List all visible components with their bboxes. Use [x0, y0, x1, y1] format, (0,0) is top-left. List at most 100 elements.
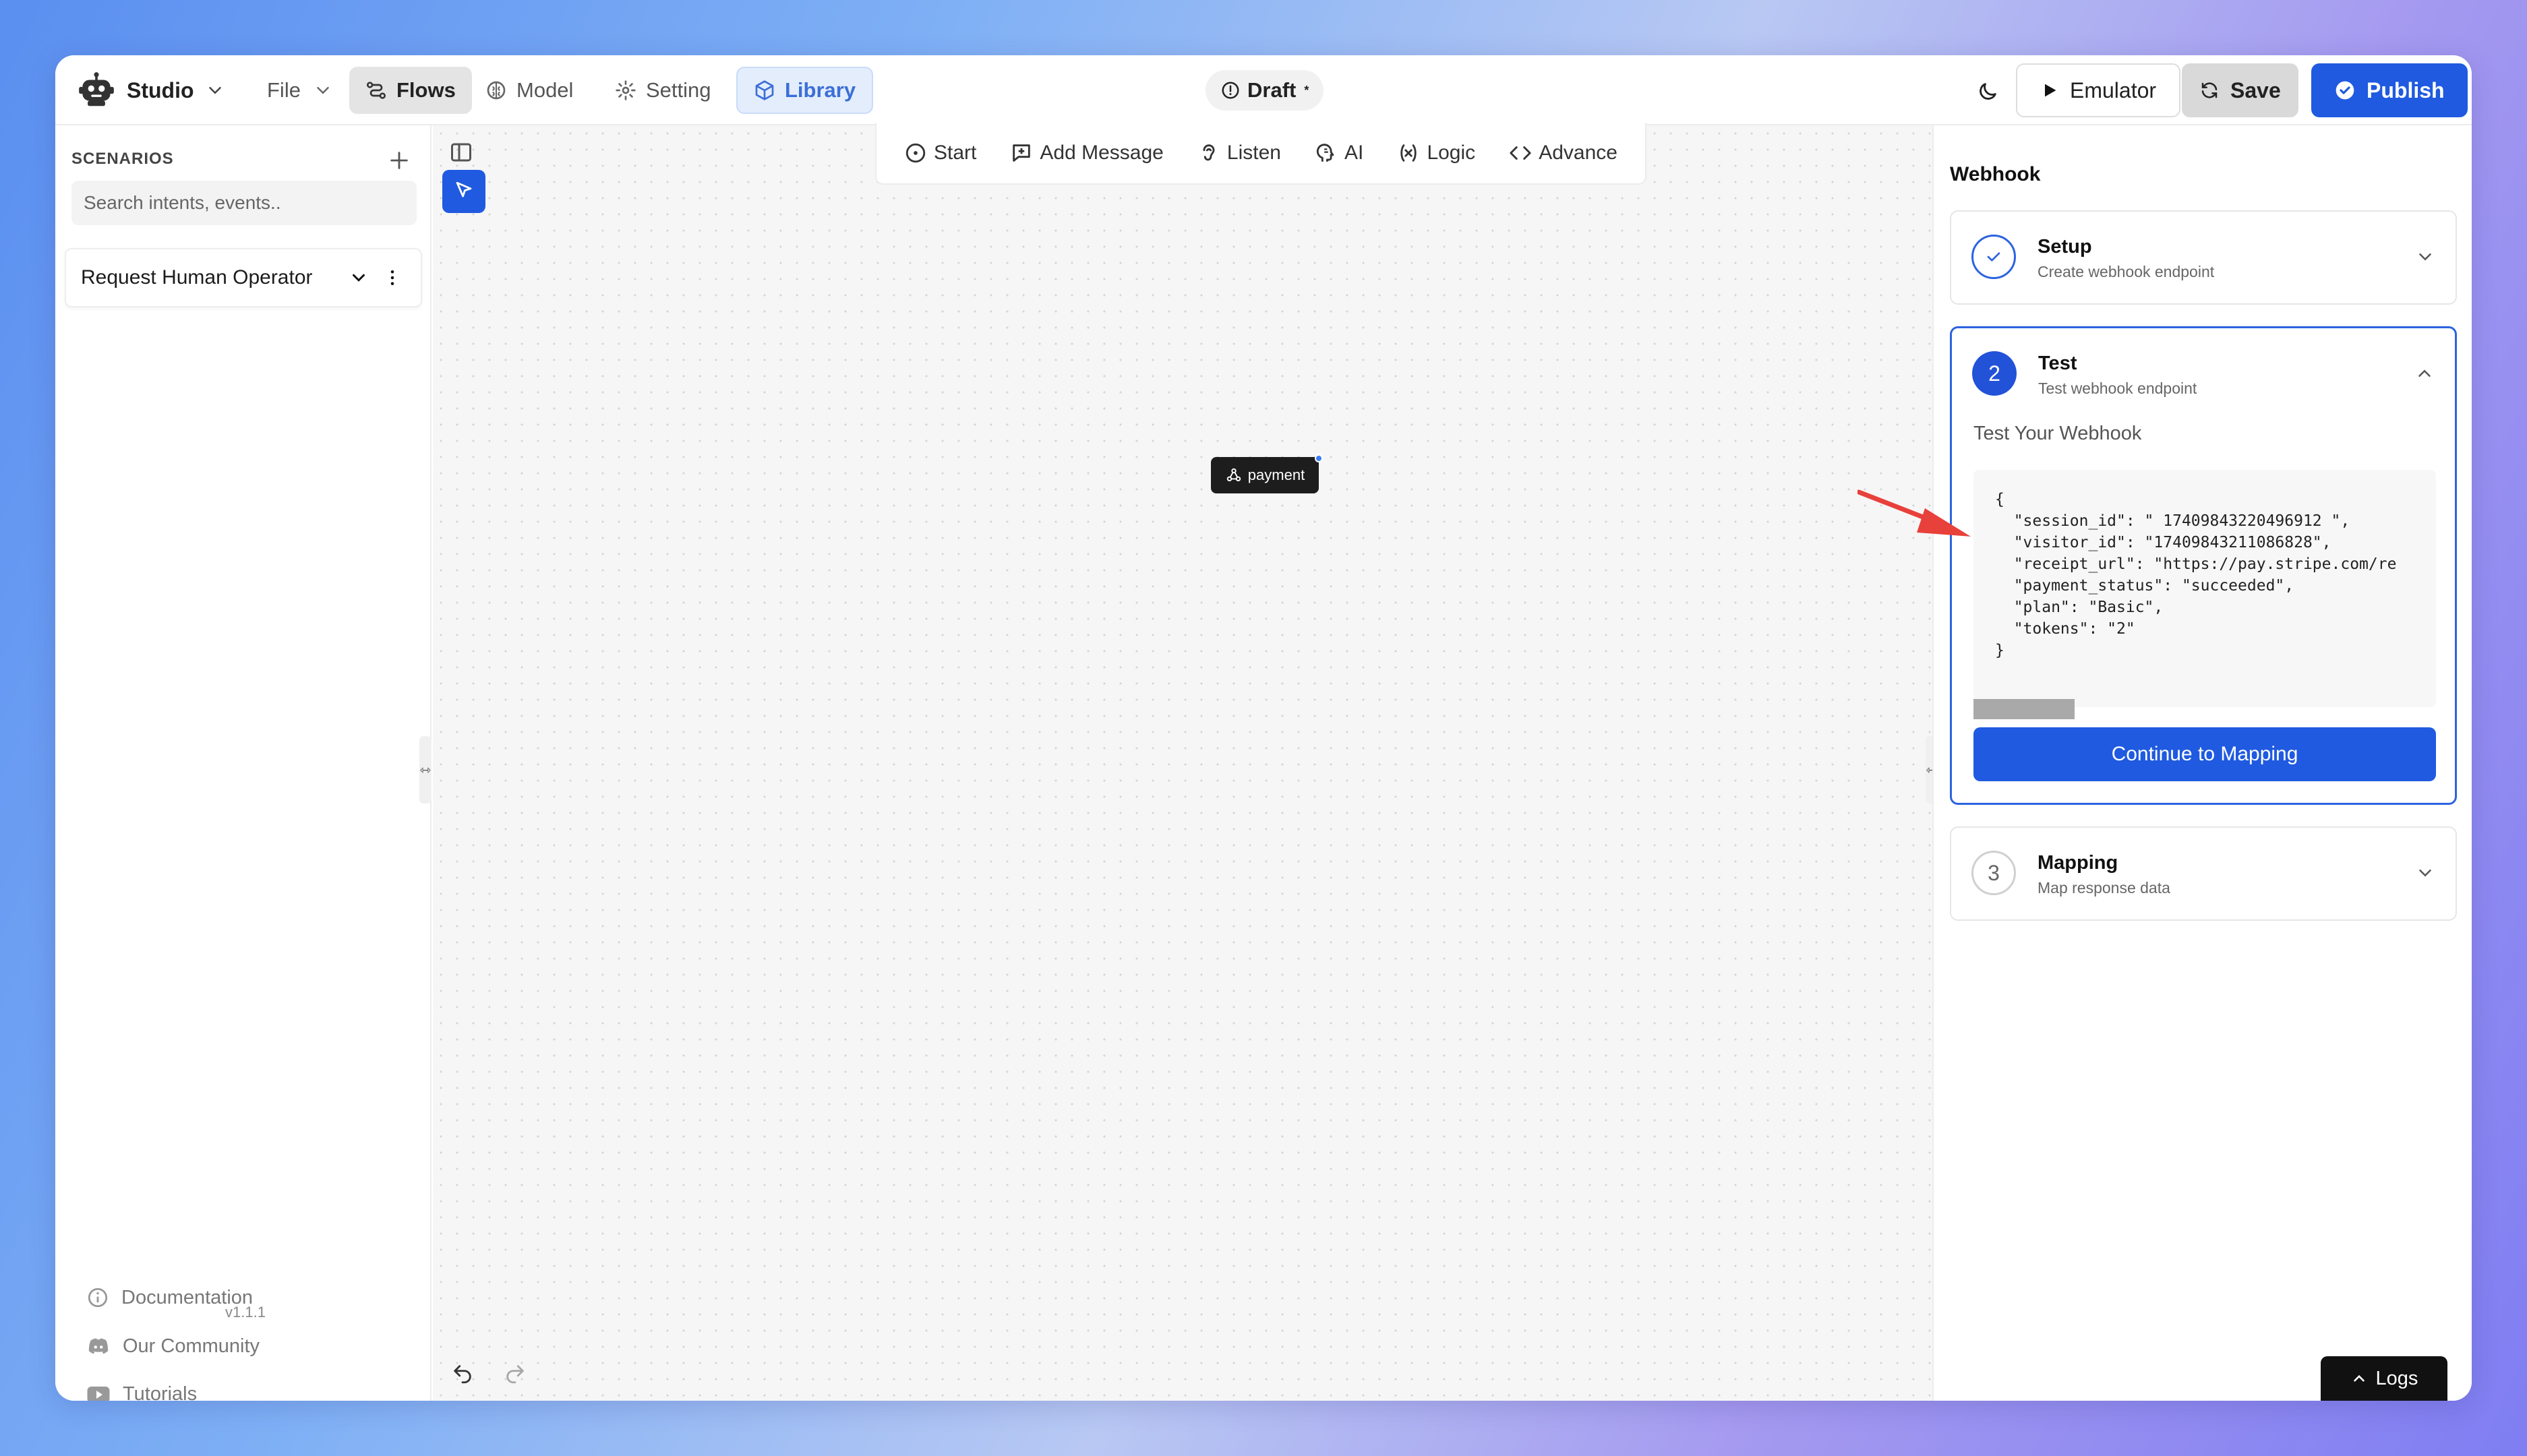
redo-button[interactable] [500, 1359, 530, 1389]
webhook-icon [1226, 468, 1241, 482]
draft-status-badge[interactable]: Draft * [1206, 70, 1324, 111]
tab-flows[interactable]: Flows [349, 67, 472, 114]
play-icon [2045, 84, 2056, 97]
step-setup[interactable]: Setup Create webhook endpoint [1950, 210, 2457, 305]
panel-title: Webhook [1950, 163, 2041, 185]
start-tool[interactable]: Start [904, 142, 976, 164]
flows-icon [367, 82, 386, 99]
ai-tool[interactable]: AI [1315, 142, 1363, 164]
node-connector-handle[interactable] [1315, 454, 1323, 462]
cube-icon [755, 80, 774, 100]
emulator-label: Emulator [2070, 78, 2157, 102]
start-circle-icon [905, 143, 926, 163]
scenarios-sidebar: SCENARIOS Request Human Operator Documen… [55, 125, 432, 1401]
tab-setting-label: Setting [646, 78, 711, 102]
tab-setting[interactable]: Setting [599, 67, 727, 114]
check-circle-icon [2336, 81, 2354, 100]
tutorials-link[interactable]: Tutorials [86, 1383, 197, 1401]
publish-button[interactable]: Publish [2311, 63, 2468, 117]
version-label: v1.1.1 [225, 1304, 266, 1321]
tab-model-label: Model [516, 78, 574, 102]
step-test-header[interactable]: 2 Test Test webhook endpoint [1952, 328, 2455, 421]
chevron-down-icon [317, 87, 329, 94]
chevron-up-icon [2418, 369, 2431, 377]
expand-scenario-button[interactable] [345, 264, 372, 291]
start-tool-label: Start [934, 142, 977, 164]
select-tool-button[interactable] [442, 170, 485, 213]
info-circle-icon [1222, 82, 1239, 99]
message-plus-icon [1013, 144, 1031, 162]
brain-icon [487, 81, 506, 100]
step-subtitle: Map response data [2038, 879, 2170, 897]
theme-toggle-button[interactable] [1969, 73, 2006, 111]
app-window: Studio File Flows Model Setting Library … [55, 55, 2472, 1401]
scenario-search-input[interactable] [71, 181, 417, 225]
plus-icon [390, 152, 408, 169]
logic-tool[interactable]: Logic [1397, 142, 1475, 164]
add-message-tool[interactable]: Add Message [1010, 142, 1164, 164]
step-test: 2 Test Test webhook endpoint Test Your W… [1950, 326, 2457, 805]
ai-tool-label: AI [1344, 142, 1364, 164]
more-vertical-icon [390, 270, 394, 285]
step-mapping[interactable]: 3 Mapping Map response data [1950, 826, 2457, 921]
ear-icon [1203, 144, 1215, 161]
flow-canvas[interactable]: Start Add Message Listen AI Logic Advanc… [433, 123, 1932, 1401]
logs-toggle-button[interactable]: Logs [2321, 1356, 2447, 1401]
logs-label: Logs [2375, 1367, 2418, 1389]
listen-tool[interactable]: Listen [1197, 142, 1281, 164]
step-title: Mapping [2038, 852, 2118, 874]
scenario-more-button[interactable] [379, 264, 406, 291]
tab-library-label: Library [785, 78, 856, 102]
draft-label: Draft [1247, 78, 1297, 102]
undo-icon [454, 1365, 471, 1384]
file-label: File [267, 78, 301, 102]
scenario-item[interactable]: Request Human Operator [65, 248, 422, 307]
step-title: Setup [2038, 236, 2092, 257]
discord-icon [88, 1338, 109, 1354]
scenarios-heading: SCENARIOS [71, 150, 174, 168]
code-brackets-icon [1510, 146, 1531, 160]
undo-button[interactable] [448, 1359, 477, 1389]
step-subtitle: Create webhook endpoint [2038, 263, 2215, 280]
tutorials-label: Tutorials [123, 1383, 198, 1401]
step-subtitle: Test webhook endpoint [2038, 380, 2197, 397]
step-mapping-header[interactable]: 3 Mapping Map response data [1951, 828, 2456, 921]
redo-icon [506, 1365, 524, 1384]
moon-icon [1980, 83, 1996, 100]
step-setup-header[interactable]: Setup Create webhook endpoint [1951, 212, 2456, 305]
file-menu[interactable]: File [251, 67, 349, 114]
step-complete-indicator [1971, 235, 2016, 279]
publish-label: Publish [2367, 78, 2445, 102]
chevron-down-icon [353, 274, 365, 282]
ai-head-icon [1316, 144, 1334, 162]
continue-to-mapping-button[interactable]: Continue to Mapping [1973, 727, 2436, 781]
step-number: 3 [1971, 851, 2016, 895]
youtube-icon [87, 1386, 110, 1401]
chevron-down-icon [2419, 253, 2431, 261]
toggle-sidebar-button[interactable] [448, 139, 475, 166]
tab-library[interactable]: Library [736, 67, 874, 114]
robot-logo-icon [79, 72, 114, 107]
top-bar: Studio File Flows Model Setting Library … [55, 55, 2472, 125]
sidebar-panel-icon [451, 143, 471, 162]
save-label: Save [2230, 78, 2281, 102]
webhook-node[interactable]: payment [1211, 454, 1323, 493]
community-link[interactable]: Our Community [86, 1335, 260, 1358]
advance-tool[interactable]: Advance [1509, 142, 1617, 164]
red-annotation-arrow [1857, 489, 1971, 537]
gear-icon [616, 80, 636, 100]
add-scenario-button[interactable] [379, 140, 419, 181]
save-button[interactable]: Save [2182, 63, 2298, 117]
tab-model[interactable]: Model [469, 67, 589, 114]
left-panel-resize-handle[interactable]: ⇿ [419, 736, 432, 803]
node-toolbar: Start Add Message Listen AI Logic Advanc… [875, 123, 1646, 185]
info-circle-icon [88, 1287, 108, 1308]
webhook-panel: Webhook Setup Create webhook endpoint 2 … [1932, 125, 2472, 1401]
emulator-button[interactable]: Emulator [2016, 63, 2181, 117]
add-message-tool-label: Add Message [1040, 142, 1164, 164]
brand-menu[interactable]: Studio [76, 67, 225, 113]
scenario-label: Request Human Operator [81, 266, 313, 289]
advance-tool-label: Advance [1539, 142, 1617, 164]
unsaved-marker: * [1304, 83, 1309, 97]
tab-flows-label: Flows [396, 78, 456, 102]
